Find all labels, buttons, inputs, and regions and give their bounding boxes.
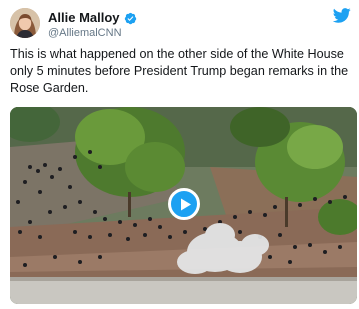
author-handle[interactable]: @AlliemalCNN	[48, 27, 137, 40]
tweet-header: Allie Malloy @AlliemalCNN	[10, 8, 351, 42]
author-display-name[interactable]: Allie Malloy	[48, 10, 120, 26]
play-button[interactable]	[168, 188, 200, 220]
verified-badge-icon	[124, 12, 137, 25]
twitter-bird-icon[interactable]	[332, 8, 351, 23]
tweet-card: Allie Malloy @AlliemalCNN This is what h…	[0, 0, 359, 309]
play-icon	[181, 198, 191, 211]
video-player[interactable]	[10, 107, 357, 304]
name-row: Allie Malloy	[48, 10, 137, 26]
avatar[interactable]	[10, 8, 40, 38]
tweet-text: This is what happened on the other side …	[10, 47, 349, 95]
author-names: Allie Malloy @AlliemalCNN	[48, 10, 137, 40]
